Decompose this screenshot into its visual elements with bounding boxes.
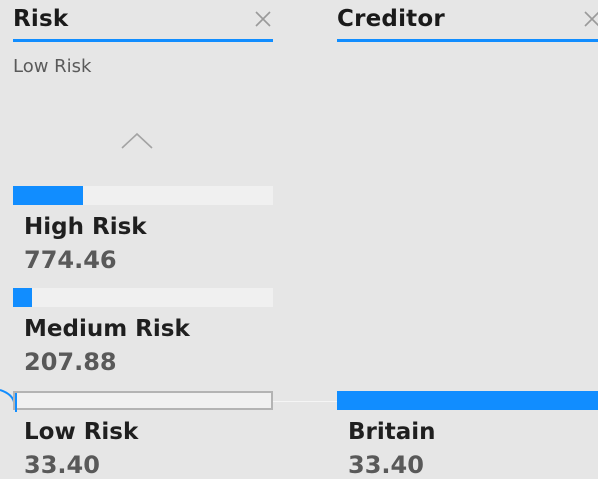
creditor-slicer: Creditor Britain 33.40	[337, 0, 598, 479]
bar-track	[13, 391, 273, 412]
risk-item-medium[interactable]: Medium Risk 207.88	[13, 288, 273, 378]
item-value: 774.46	[24, 246, 117, 274]
close-icon[interactable]	[582, 9, 598, 29]
connector-line	[273, 401, 337, 402]
item-label: Low Risk	[24, 419, 139, 445]
chevron-up-icon[interactable]	[121, 132, 153, 150]
bar-track	[337, 391, 598, 410]
risk-slicer: Risk Low Risk High Risk 774.46 Medium Ri…	[13, 0, 273, 479]
item-label: Britain	[348, 419, 436, 445]
item-label: High Risk	[24, 214, 147, 240]
bar-fill	[13, 288, 32, 307]
bar-track	[13, 288, 273, 307]
item-value: 207.88	[24, 348, 117, 376]
risk-item-high[interactable]: High Risk 774.46	[13, 186, 273, 276]
item-label: Medium Risk	[24, 316, 190, 342]
risk-slicer-title: Risk	[13, 6, 69, 32]
close-icon[interactable]	[253, 9, 273, 29]
item-value: 33.40	[24, 451, 100, 479]
creditor-slicer-header: Creditor	[337, 0, 598, 42]
risk-item-low[interactable]: Low Risk 33.40	[13, 391, 273, 479]
risk-slicer-header: Risk	[13, 0, 273, 42]
bar-fill	[13, 186, 83, 205]
bar-track	[13, 186, 273, 205]
selected-value-text: Low Risk	[13, 56, 92, 77]
creditor-item-britain[interactable]: Britain 33.40	[337, 391, 598, 479]
creditor-slicer-title: Creditor	[337, 6, 445, 32]
item-value: 33.40	[348, 451, 424, 479]
bar-fill	[15, 393, 17, 412]
